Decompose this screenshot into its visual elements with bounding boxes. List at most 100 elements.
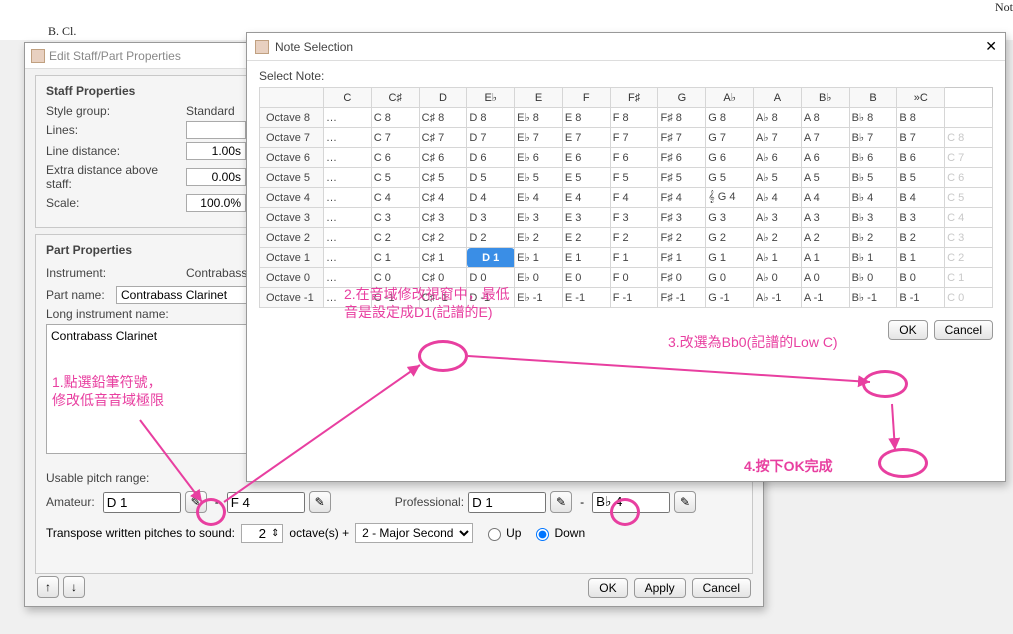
note-grid-cell[interactable]: E♭ 3: [515, 208, 563, 228]
note-grid-cell[interactable]: B -1: [897, 288, 945, 308]
cancel-button[interactable]: Cancel: [692, 578, 751, 598]
note-grid-cell[interactable]: B 2: [897, 228, 945, 248]
note-grid-cell[interactable]: G 7: [706, 128, 754, 148]
note-grid-cell[interactable]: A♭ 6: [754, 148, 802, 168]
note-grid-cell[interactable]: …: [324, 128, 372, 148]
note-grid-cell[interactable]: A♭ -1: [754, 288, 802, 308]
note-grid-cell[interactable]: F 7: [610, 128, 658, 148]
note-grid-cell[interactable]: B♭ 4: [849, 188, 897, 208]
note-grid-cell[interactable]: A♭ 3: [754, 208, 802, 228]
note-grid-cell[interactable]: C 7: [371, 128, 419, 148]
note-grid-cell[interactable]: F♯ 6: [658, 148, 706, 168]
note-ok-button[interactable]: OK: [888, 320, 927, 340]
note-grid-cell[interactable]: G 6: [706, 148, 754, 168]
note-grid-cell[interactable]: C♯ 4: [419, 188, 467, 208]
note-grid-cell[interactable]: D 4: [467, 188, 515, 208]
note-grid-cell[interactable]: F♯ 3: [658, 208, 706, 228]
note-grid-cell[interactable]: F 1: [610, 248, 658, 268]
note-grid-cell[interactable]: B♭ 3: [849, 208, 897, 228]
note-grid-cell[interactable]: E♭ 6: [515, 148, 563, 168]
note-grid-cell[interactable]: B 0: [897, 268, 945, 288]
professional-low-field[interactable]: [468, 492, 546, 513]
note-grid-cell[interactable]: C 5: [371, 168, 419, 188]
note-grid-cell[interactable]: B♭ 2: [849, 228, 897, 248]
note-grid-cell[interactable]: B 5: [897, 168, 945, 188]
note-grid-cell[interactable]: D 8: [467, 108, 515, 128]
note-grid-cell[interactable]: D 6: [467, 148, 515, 168]
note-grid-cell[interactable]: A 5: [801, 168, 849, 188]
note-grid-cell[interactable]: A♭ 5: [754, 168, 802, 188]
note-grid-cell[interactable]: D 7: [467, 128, 515, 148]
up-radio[interactable]: [488, 528, 501, 541]
note-grid-cell[interactable]: F♯ -1: [658, 288, 706, 308]
note-grid-cell[interactable]: F♯ 8: [658, 108, 706, 128]
extra-distance-field[interactable]: [186, 168, 246, 186]
note-grid-cell[interactable]: B♭ 1: [849, 248, 897, 268]
note-grid-cell[interactable]: E 6: [562, 148, 610, 168]
note-grid-cell[interactable]: [945, 108, 993, 128]
note-grid-cell[interactable]: G 2: [706, 228, 754, 248]
professional-high-field[interactable]: [592, 492, 670, 513]
note-grid-cell[interactable]: C♯ 8: [419, 108, 467, 128]
note-grid-cell[interactable]: E♭ 2: [515, 228, 563, 248]
note-grid-cell[interactable]: A♭ 8: [754, 108, 802, 128]
note-grid-cell[interactable]: B 3: [897, 208, 945, 228]
note-grid-cell[interactable]: D 2: [467, 228, 515, 248]
note-grid-cell[interactable]: B♭ -1: [849, 288, 897, 308]
note-grid-cell[interactable]: E♭ 5: [515, 168, 563, 188]
note-grid-cell[interactable]: C 4: [371, 188, 419, 208]
lines-field[interactable]: [186, 121, 246, 139]
note-grid-cell[interactable]: B♭ 6: [849, 148, 897, 168]
note-grid-cell[interactable]: B♭ 8: [849, 108, 897, 128]
note-grid-cell[interactable]: D 0: [467, 268, 515, 288]
note-grid-cell[interactable]: …: [324, 248, 372, 268]
note-grid-cell[interactable]: …: [324, 168, 372, 188]
note-grid-cell[interactable]: C 4: [945, 208, 993, 228]
note-grid-cell[interactable]: C 0: [945, 288, 993, 308]
amateur-low-field[interactable]: [103, 492, 181, 513]
note-grid-cell[interactable]: B 8: [897, 108, 945, 128]
note-grid-cell[interactable]: A♭ 0: [754, 268, 802, 288]
note-grid-cell[interactable]: G 8: [706, 108, 754, 128]
note-grid-cell[interactable]: C♯ -1: [419, 288, 467, 308]
note-grid-cell[interactable]: E♭ 4: [515, 188, 563, 208]
note-grid-cell[interactable]: C 7: [945, 148, 993, 168]
line-distance-field[interactable]: [186, 142, 246, 160]
note-grid-cell[interactable]: E♭ 7: [515, 128, 563, 148]
note-grid-cell[interactable]: E 2: [562, 228, 610, 248]
note-grid-cell[interactable]: D -1: [467, 288, 515, 308]
note-grid-cell[interactable]: F♯ 1: [658, 248, 706, 268]
octave-count-field[interactable]: [242, 525, 268, 542]
scale-field[interactable]: [186, 194, 246, 212]
note-grid-cell[interactable]: D 3: [467, 208, 515, 228]
note-grid-cell[interactable]: E 5: [562, 168, 610, 188]
note-cancel-button[interactable]: Cancel: [934, 320, 993, 340]
note-grid-cell[interactable]: 𝄞 G 4: [706, 188, 754, 208]
note-grid-cell[interactable]: C 1: [371, 248, 419, 268]
note-grid-cell[interactable]: B 6: [897, 148, 945, 168]
note-grid-cell[interactable]: E♭ 8: [515, 108, 563, 128]
note-grid-cell[interactable]: B♭ 7: [849, 128, 897, 148]
note-grid-cell[interactable]: C♯ 6: [419, 148, 467, 168]
note-grid-cell[interactable]: F 6: [610, 148, 658, 168]
note-grid-cell[interactable]: F 5: [610, 168, 658, 188]
note-grid-cell[interactable]: A -1: [801, 288, 849, 308]
note-grid-cell[interactable]: G 3: [706, 208, 754, 228]
note-grid-cell[interactable]: A 4: [801, 188, 849, 208]
note-grid-cell[interactable]: B 4: [897, 188, 945, 208]
close-icon[interactable]: ✕: [985, 38, 997, 55]
note-grid-cell[interactable]: A 8: [801, 108, 849, 128]
note-grid-cell[interactable]: F 3: [610, 208, 658, 228]
note-grid-cell[interactable]: C 2: [945, 248, 993, 268]
note-grid-cell[interactable]: C 2: [371, 228, 419, 248]
note-grid-cell[interactable]: C 6: [945, 168, 993, 188]
note-grid-cell[interactable]: E 7: [562, 128, 610, 148]
note-grid-cell[interactable]: E 8: [562, 108, 610, 128]
note-grid-cell[interactable]: B 7: [897, 128, 945, 148]
note-grid-cell[interactable]: C 8: [945, 128, 993, 148]
note-grid-cell[interactable]: F -1: [610, 288, 658, 308]
note-grid-cell[interactable]: C♯ 1: [419, 248, 467, 268]
note-grid-cell[interactable]: A 3: [801, 208, 849, 228]
professional-low-edit-button[interactable]: ✎: [550, 491, 572, 513]
note-grid-cell[interactable]: E 4: [562, 188, 610, 208]
